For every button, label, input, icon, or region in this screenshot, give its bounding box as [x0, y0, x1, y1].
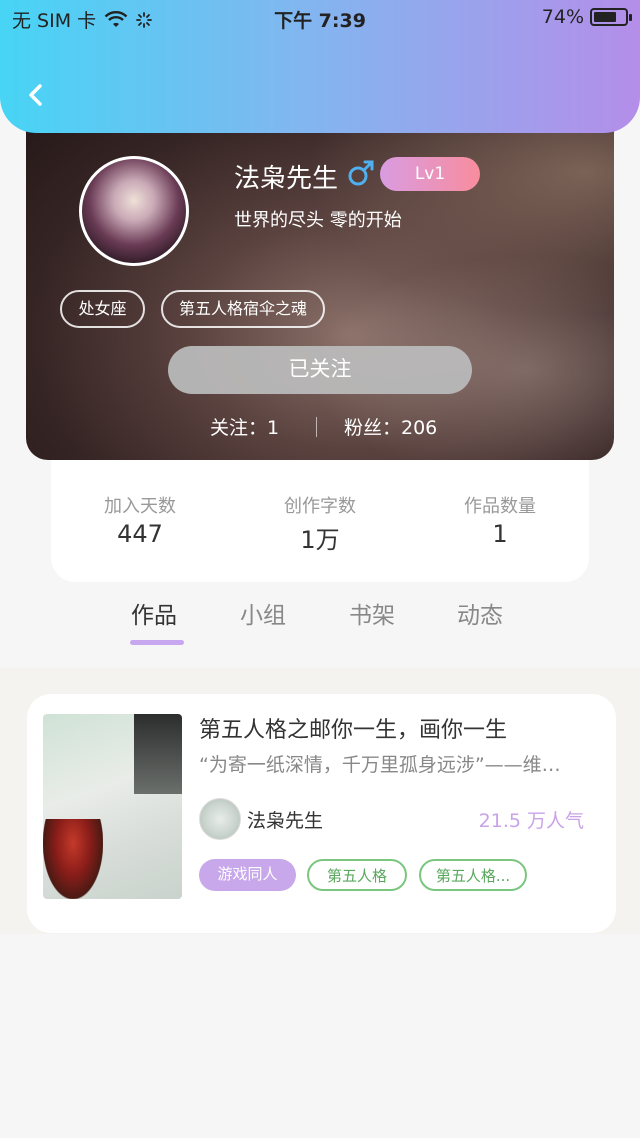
following-count[interactable]: 关注：1: [210, 413, 279, 440]
avatar[interactable]: [79, 156, 189, 266]
work-card[interactable]: 第五人格之邮你一生，画你一生 “为寄一纸深情，千万里孤身远涉”——维… 法枭先生…: [27, 694, 616, 933]
signature: 世界的尽头 零的开始: [234, 210, 402, 231]
stat-join-days: 加入天数 447: [60, 492, 220, 548]
work-tag[interactable]: 游戏同人: [199, 859, 296, 891]
cover-art-figure: [43, 819, 103, 899]
work-cover-image[interactable]: [43, 714, 182, 899]
profile-tag[interactable]: 处女座: [60, 290, 145, 328]
tab-activity[interactable]: 动态: [457, 596, 503, 630]
stat-value: 447: [117, 520, 163, 548]
level-badge: Lv1: [380, 157, 480, 191]
tab-groups[interactable]: 小组: [240, 596, 286, 630]
status-bar: 无 SIM 卡 下午 7:39 74%: [0, 0, 640, 34]
male-icon: [348, 160, 374, 186]
author-avatar[interactable]: [199, 798, 241, 840]
stat-word-count: 创作字数 1万: [240, 492, 400, 555]
battery-level: [594, 12, 617, 22]
stat-label: 创作字数: [284, 496, 356, 517]
back-chevron-icon[interactable]: [22, 80, 52, 110]
divider: [316, 417, 317, 437]
follow-button[interactable]: 已关注: [168, 346, 472, 394]
header: 无 SIM 卡 下午 7:39 74%: [0, 0, 640, 133]
cover-art-dark: [134, 714, 182, 794]
stat-label: 作品数量: [464, 496, 536, 517]
work-description: “为寄一纸深情，千万里孤身远涉”——维…: [199, 754, 561, 776]
battery-icon: [590, 8, 632, 26]
profile-tag[interactable]: 第五人格宿伞之魂: [161, 290, 325, 328]
stat-works-count: 作品数量 1: [420, 492, 580, 548]
author-name[interactable]: 法枭先生: [247, 806, 323, 833]
username: 法枭先生: [234, 164, 339, 194]
stats-card: 加入天数 447 创作字数 1万 作品数量 1: [51, 440, 589, 582]
profile-card: 法枭先生 Lv1 世界的尽头 零的开始 处女座 第五人格宿伞之魂 已关注 关注：…: [26, 100, 614, 460]
follow-counts: 关注：1 粉丝：206: [26, 413, 614, 443]
stat-value: 1万: [300, 526, 340, 554]
stat-label: 加入天数: [104, 496, 176, 517]
battery-percent: 74%: [541, 6, 584, 28]
stat-value: 1: [492, 520, 508, 548]
tab-bar: 作品 小组 书架 动态: [0, 596, 640, 656]
fans-count[interactable]: 粉丝：206: [344, 413, 437, 440]
tab-active-indicator: [130, 640, 184, 645]
work-title[interactable]: 第五人格之邮你一生，画你一生: [199, 712, 599, 744]
tab-bookshelf[interactable]: 书架: [349, 596, 395, 630]
work-tag[interactable]: 第五人格...: [419, 859, 527, 891]
popularity-count: 21.5 万人气: [478, 810, 584, 832]
tab-works[interactable]: 作品: [131, 596, 177, 630]
work-tag[interactable]: 第五人格: [307, 859, 407, 891]
